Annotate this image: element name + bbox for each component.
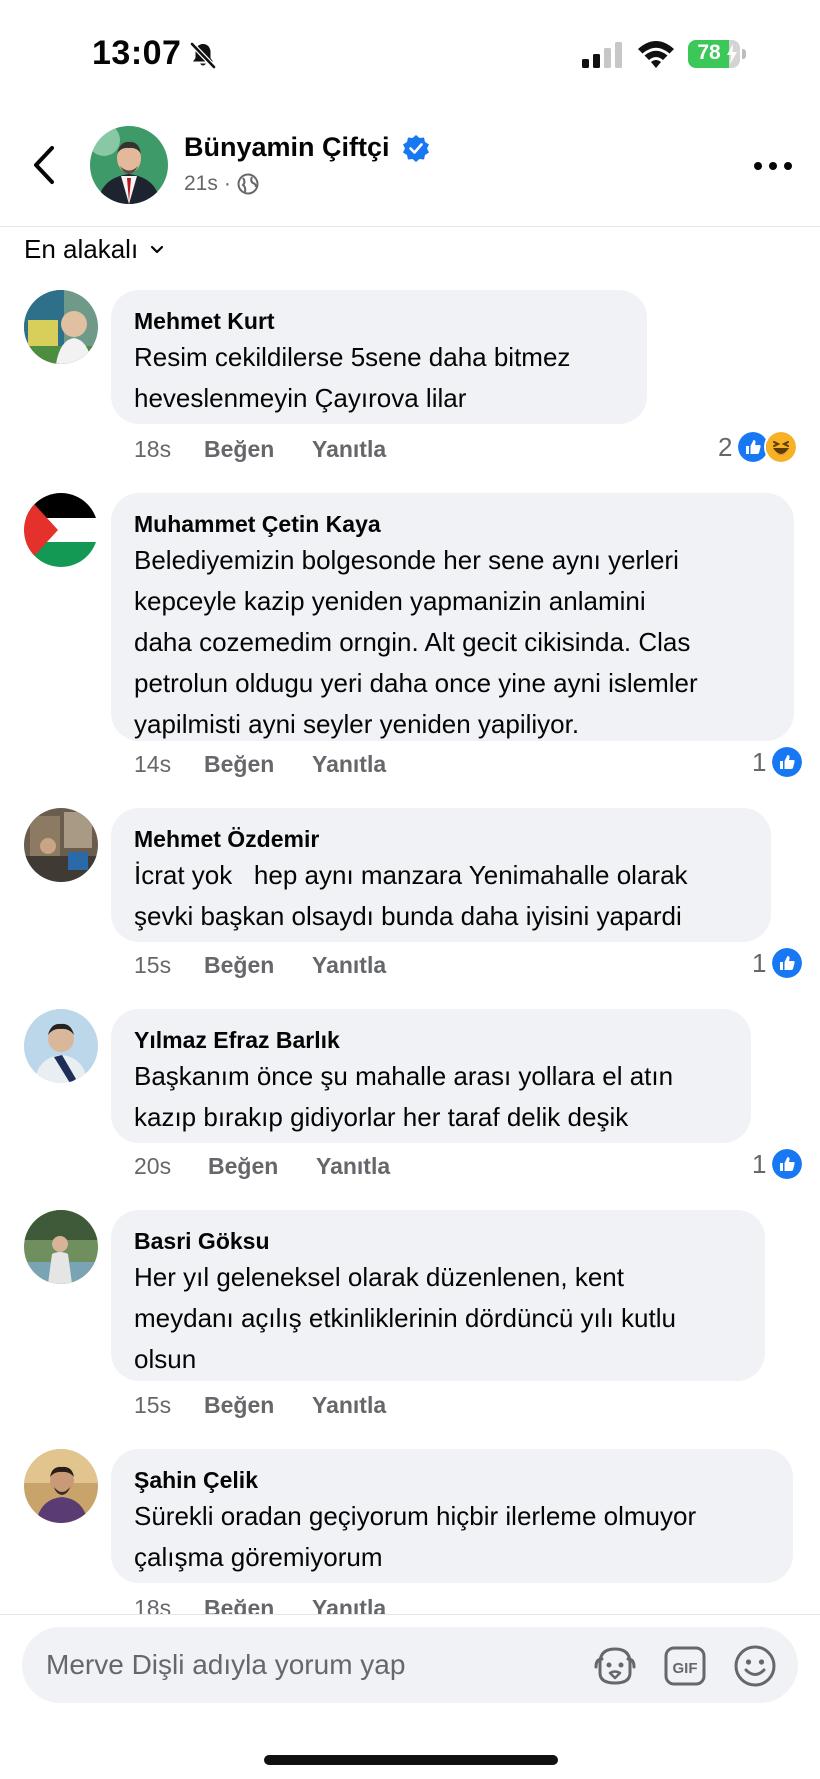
comment-text-line: petrolun oldugu yeri daha once yine ayni… <box>134 668 698 698</box>
wifi-icon <box>638 41 674 68</box>
comment-input[interactable]: Merve Dişli adıyla yorum yap GIF <box>22 1627 798 1703</box>
comment-bubble[interactable]: Mehmet Kurt Resim cekildilerse 5sene dah… <box>111 290 647 424</box>
reply-button[interactable]: Yanıtla <box>316 1153 390 1180</box>
more-icon[interactable] <box>752 158 794 174</box>
comment-text-line: Her yıl geleneksel olarak düzenlenen, ke… <box>134 1262 624 1292</box>
comment-text-line: şevki başkan olsaydı bunda daha iyisini … <box>134 901 682 931</box>
like-reaction-icon <box>770 946 805 980</box>
meta-separator: · <box>223 172 231 195</box>
home-indicator <box>264 1755 558 1765</box>
back-arrow-icon[interactable] <box>28 140 64 190</box>
reply-button[interactable]: Yanıtla <box>312 952 386 979</box>
emoji-icon[interactable] <box>732 1643 778 1689</box>
comment-author[interactable]: Şahin Çelik <box>134 1465 769 1495</box>
comment-actions: 15s Beğen Yanıtla <box>134 952 386 979</box>
comment-text-line: Resim cekildilerse 5sene daha bitmez <box>134 342 571 372</box>
reaction-count: 1 <box>752 1148 767 1179</box>
comment-text-line: yapilmisti ayni seyler yeniden yapiliyor… <box>134 709 580 739</box>
comment-bubble[interactable]: Yılmaz Efraz Barlık Başkanım önce şu mah… <box>111 1009 751 1143</box>
comment-text-line: Belediyemizin bolgesonde her sene aynı y… <box>134 545 679 575</box>
like-button[interactable]: Beğen <box>204 751 312 778</box>
like-reaction-icon <box>770 745 805 779</box>
avatar-sticker-icon[interactable] <box>592 1643 638 1689</box>
comment-author[interactable]: Mehmet Özdemir <box>134 824 747 854</box>
reply-button[interactable]: Yanıtla <box>312 751 386 778</box>
status-bar: 13:07 78 <box>0 0 820 110</box>
comment-text-line: İcrat yok hep aynı manzara Yenimahalle o… <box>134 860 688 890</box>
page-avatar[interactable] <box>90 126 168 204</box>
comment-time: 15s <box>134 1392 172 1418</box>
commenter-avatar[interactable] <box>24 1009 98 1083</box>
comment-actions: 14s Beğen Yanıtla <box>134 751 386 778</box>
cellular-signal-icon <box>582 42 622 68</box>
svg-text:GIF: GIF <box>673 1660 698 1677</box>
comment-bubble[interactable]: Mehmet Özdemir İcrat yok hep aynı manzar… <box>111 808 771 942</box>
commenter-avatar[interactable] <box>24 1210 98 1284</box>
reaction-summary[interactable]: 2 <box>718 430 799 464</box>
comment-bubble[interactable]: Basri Göksu Her yıl geleneksel olarak dü… <box>111 1210 765 1381</box>
sort-label: En alakalı <box>24 234 139 264</box>
reaction-summary[interactable]: 1 <box>752 1147 805 1181</box>
comment-composer: Merve Dişli adıyla yorum yap GIF <box>0 1614 820 1779</box>
post-time: 21s <box>184 172 218 195</box>
like-button[interactable]: Beğen <box>204 952 312 979</box>
reaction-count: 1 <box>752 746 767 777</box>
comment-bubble[interactable]: Muhammet Çetin Kaya Belediyemizin bolges… <box>111 493 794 741</box>
reaction-count: 2 <box>718 431 733 462</box>
reaction-summary[interactable]: 1 <box>752 946 805 980</box>
comment-text-line: meydanı açılış etkinliklerinin dördüncü … <box>134 1303 676 1333</box>
comment-time: 15s <box>134 952 172 978</box>
battery-percent: 78 <box>697 41 721 64</box>
comment-text-line: Sürekli oradan geçiyorum hiçbir ilerleme… <box>134 1501 697 1531</box>
comment-author[interactable]: Mehmet Kurt <box>134 306 623 336</box>
comment-text-line: çalışma göremiyorum <box>134 1542 383 1572</box>
like-button[interactable]: Beğen <box>208 1153 316 1180</box>
post-meta: 21s · <box>184 172 259 196</box>
reaction-count: 1 <box>752 947 767 978</box>
like-reaction-icon <box>770 1147 805 1181</box>
sort-dropdown[interactable]: En alakalı <box>24 234 164 265</box>
composer-placeholder: Merve Dişli adıyla yorum yap <box>46 1649 406 1680</box>
globe-icon <box>237 173 259 195</box>
comment-actions: 15s Beğen Yanıtla <box>134 1392 386 1419</box>
commenter-avatar[interactable] <box>24 1449 98 1523</box>
reply-button[interactable]: Yanıtla <box>312 436 386 463</box>
like-button[interactable]: Beğen <box>204 436 312 463</box>
comment-author[interactable]: Yılmaz Efraz Barlık <box>134 1025 727 1055</box>
comment-actions: 20s Beğen Yanıtla <box>134 1153 390 1180</box>
page-name[interactable]: Bünyamin Çiftçi <box>184 132 390 163</box>
comment-text-line: kazıp bırakıp gidiyorlar her taraf delik… <box>134 1102 629 1132</box>
bell-slash-icon <box>190 42 216 69</box>
status-time: 13:07 <box>92 34 182 72</box>
comment-text-line: daha cozemedim orngin. Alt gecit cikisin… <box>134 627 691 657</box>
comment-time: 14s <box>134 751 172 777</box>
like-button[interactable]: Beğen <box>204 1392 312 1419</box>
comment-author[interactable]: Muhammet Çetin Kaya <box>134 509 770 539</box>
reply-button[interactable]: Yanıtla <box>312 1392 386 1419</box>
comment-time: 20s <box>134 1153 172 1179</box>
gif-icon[interactable]: GIF <box>662 1643 708 1689</box>
comment-author[interactable]: Basri Göksu <box>134 1226 741 1256</box>
commenter-avatar[interactable] <box>24 290 98 364</box>
comment-text-line: olsun <box>134 1344 197 1374</box>
charging-bolt-icon <box>727 44 737 64</box>
haha-reaction-icon <box>764 430 799 464</box>
comment-actions: 18s Beğen Yanıtla <box>134 436 386 463</box>
comment-bubble[interactable]: Şahin Çelik Sürekli oradan geçiyorum hiç… <box>111 1449 793 1583</box>
reaction-summary[interactable]: 1 <box>752 745 805 779</box>
comment-time: 18s <box>134 436 172 462</box>
battery-indicator: 78 <box>688 40 748 70</box>
commenter-avatar[interactable] <box>24 808 98 882</box>
verified-badge-icon <box>403 135 429 162</box>
commenter-avatar[interactable] <box>24 493 98 567</box>
comment-text-line: Başkanım önce şu mahalle arası yollara e… <box>134 1061 674 1091</box>
comment-text-line: kepceyle kazip yeniden yapmanizin anlami… <box>134 586 646 616</box>
chevron-down-icon <box>151 245 164 253</box>
comment-text-line: heveslenmeyin Çayırova lilar <box>134 383 467 413</box>
post-header: Bünyamin Çiftçi 21s · <box>0 110 820 227</box>
